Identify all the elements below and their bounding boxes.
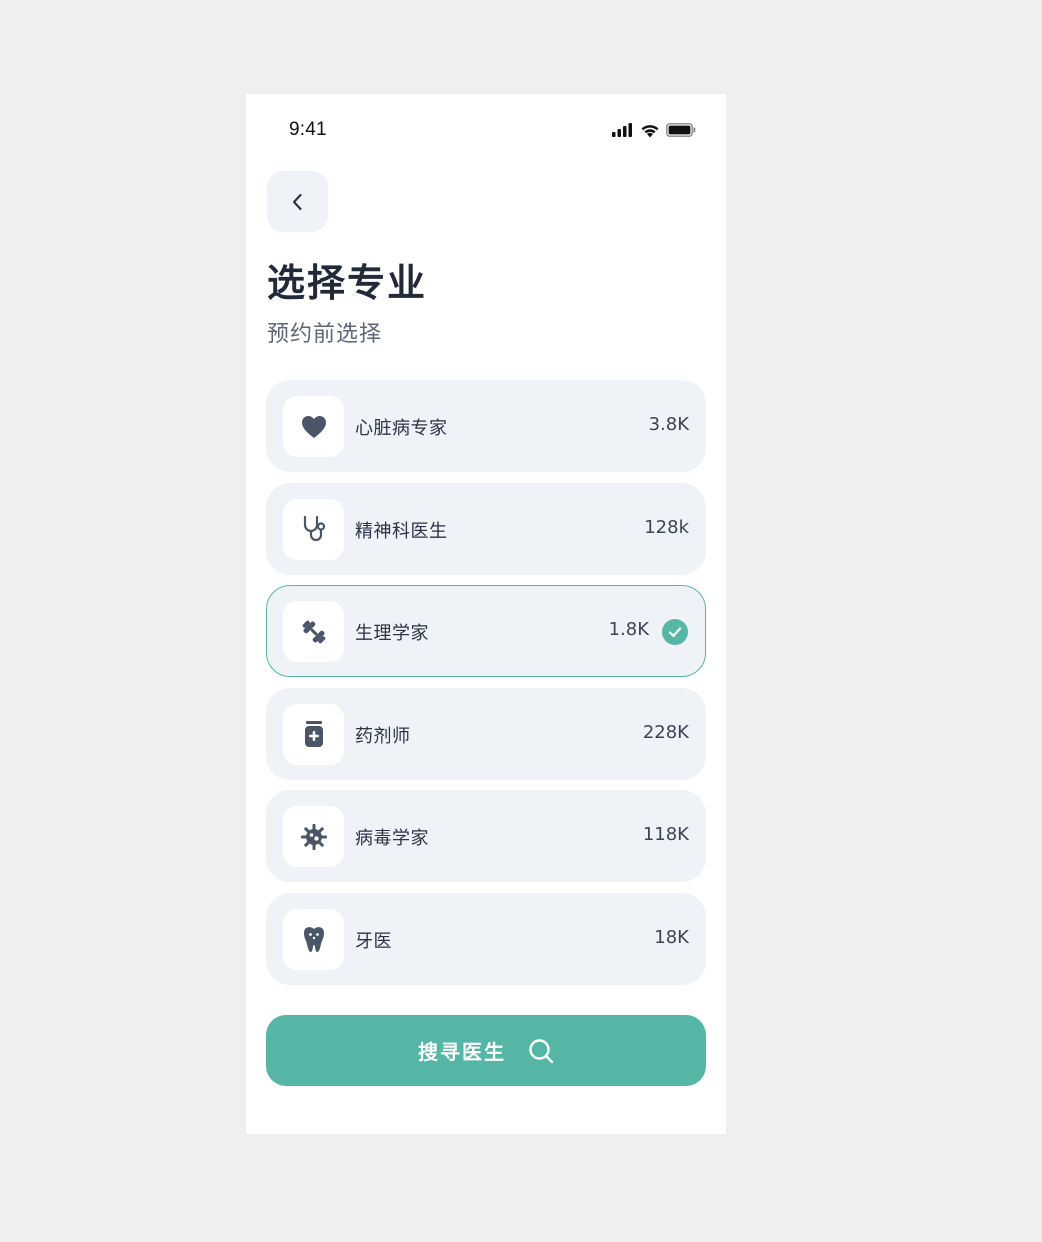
pill-bottle-icon [304,721,323,748]
dumbbell-icon [302,620,325,644]
item-icon-box [283,703,344,765]
item-count: 1.8K [608,619,649,641]
item-label: 生理学家 [355,623,429,645]
item-label: 牙医 [355,930,392,952]
item-count: 118K [642,824,689,846]
status-bar: 9:41 [246,94,726,168]
status-time: 9:41 [289,119,327,140]
item-label: 药剂师 [355,725,411,747]
heart-icon [301,415,326,438]
back-button[interactable] [267,171,328,232]
battery-icon [666,123,696,137]
signal-icon [612,123,632,137]
specialty-item-psychiatrist[interactable]: 精神科医生 128k [266,482,706,575]
item-icon-box [283,908,344,970]
item-count: 3.8K [648,414,689,435]
chevron-left-icon [292,193,302,210]
item-icon-box [283,498,344,560]
specialty-item-dentist[interactable]: 牙医 18K [266,892,706,985]
specialty-item-virologist[interactable]: 病毒学家 118K [266,790,706,883]
specialty-item-pharmacist[interactable]: 药剂师 228K [266,687,706,780]
item-icon-box [283,396,344,457]
specialty-item-cardiologist[interactable]: 心脏病专家 3.8K [266,380,706,472]
virus-icon [300,823,327,850]
page-subtitle: 预约前选择 [267,322,383,347]
item-label: 病毒学家 [355,828,429,850]
page-title: 选择专业 [267,261,428,305]
specialty-item-physiologist[interactable]: 生理学家 1.8K [266,585,706,678]
phone-screen: 9:41 选择专业 预约前选择 心脏病专家 3.8K 精神科医生 128k 生理… [246,94,726,1134]
stethoscope-icon [303,515,325,542]
item-label: 精神科医生 [355,520,448,542]
item-count: 128k [644,516,689,538]
item-count: 228K [642,721,689,743]
item-count: 18K [654,926,689,948]
wifi-icon [641,124,659,137]
search-doctor-button[interactable]: 搜寻医生 [266,1015,706,1086]
search-icon [529,1038,554,1063]
check-icon [662,619,688,646]
specialty-list: 心脏病专家 3.8K 精神科医生 128k 生理学家 1.8K 药剂师 228K… [266,380,706,996]
item-icon-box [283,806,344,868]
tooth-icon [303,927,324,953]
status-icons [612,122,696,138]
search-button-label: 搜寻医生 [418,1040,506,1064]
item-label: 心脏病专家 [355,418,448,439]
item-icon-box [283,601,344,663]
